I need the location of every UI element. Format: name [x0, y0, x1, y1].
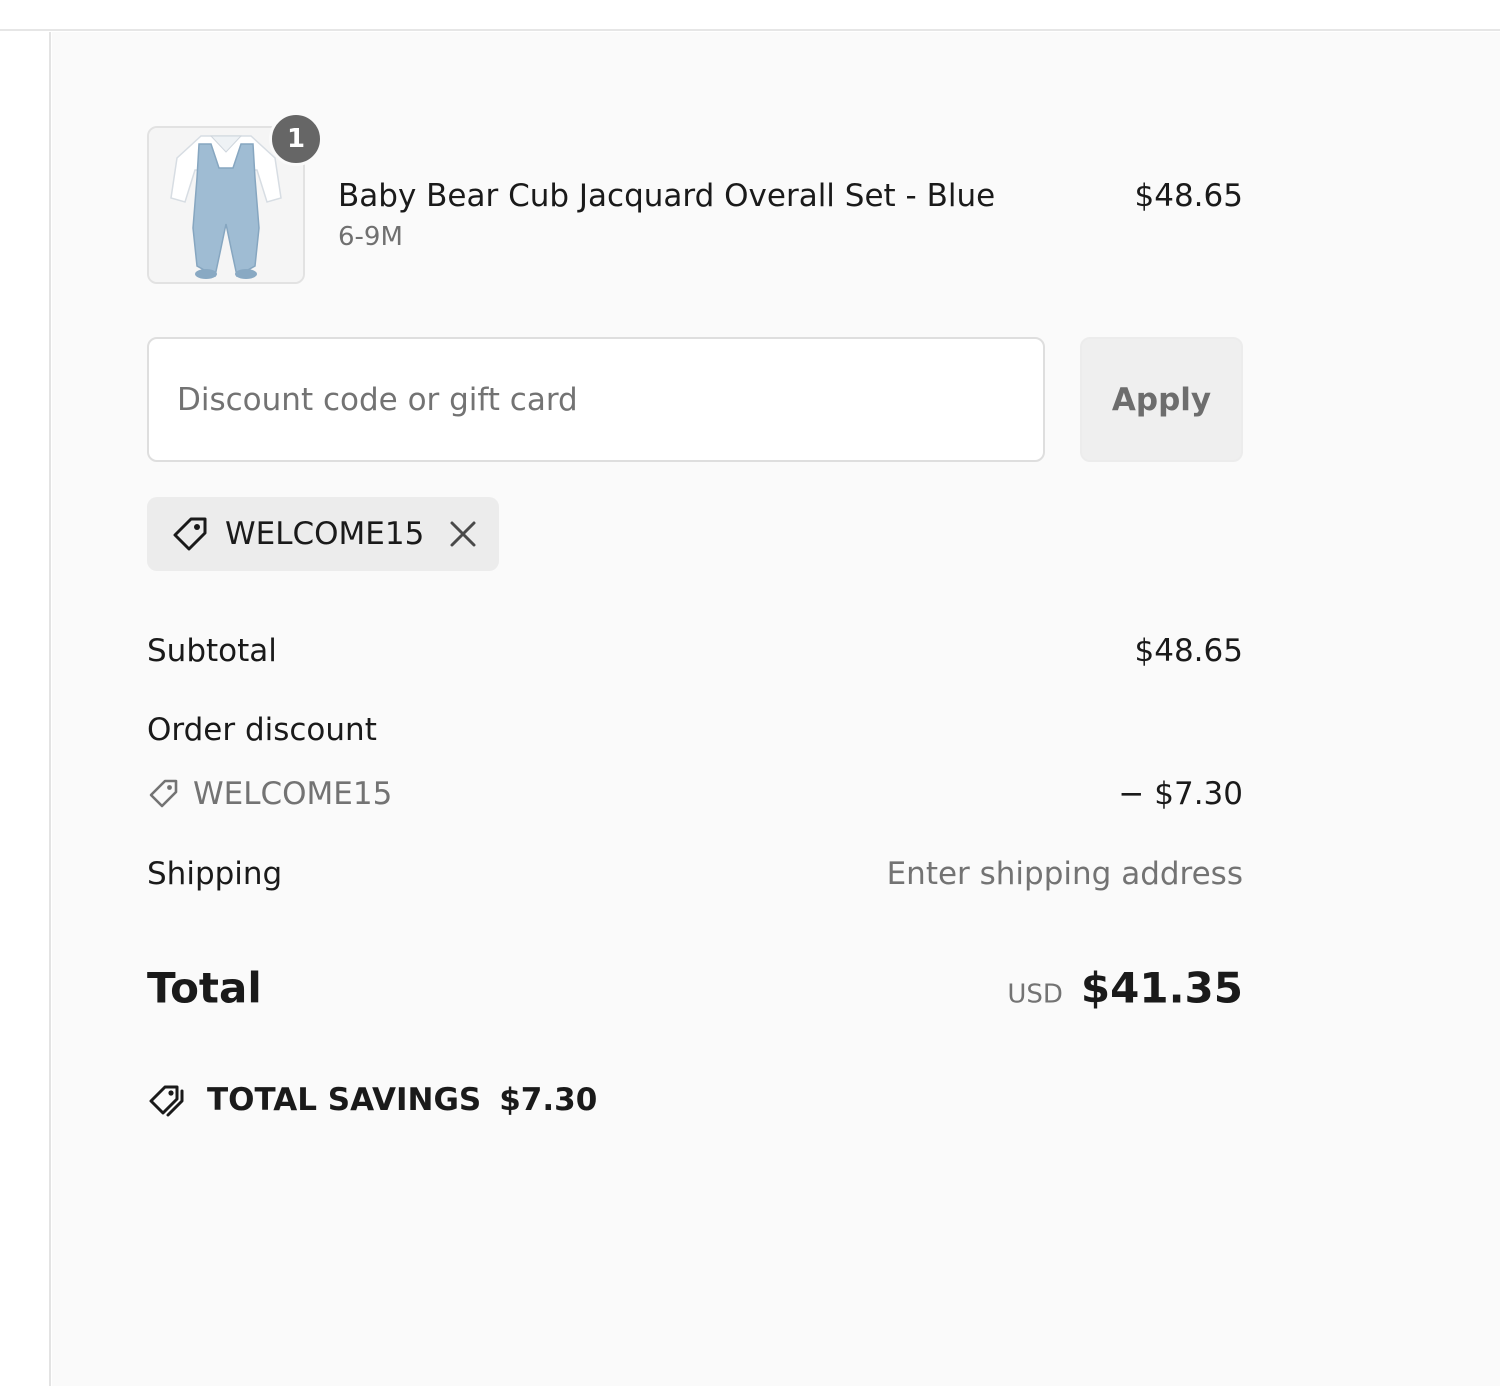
discount-code-input[interactable] [147, 337, 1045, 462]
product-variant: 6-9M [338, 222, 403, 252]
cart-line-item: 1 Baby Bear Cub Jacquard Overall Set - B… [147, 112, 1243, 286]
total-amount: $41.35 [1080, 963, 1243, 1013]
total-value-group: USD $41.35 [1007, 964, 1243, 1013]
currency-code: USD [1007, 979, 1063, 1010]
product-price: $48.65 [1134, 178, 1243, 214]
total-label: Total [147, 963, 262, 1013]
order-discount-label: Order discount [147, 712, 377, 748]
applied-discount-code: WELCOME15 [225, 516, 425, 552]
subtotal-value: $48.65 [1134, 633, 1243, 669]
close-icon[interactable] [446, 517, 480, 551]
discount-code-line: WELCOME15 [147, 776, 392, 812]
total-savings-amount: $7.30 [499, 1082, 598, 1118]
tags-icon [147, 1079, 189, 1121]
total-savings-row: TOTAL SAVINGS $7.30 [147, 1079, 597, 1121]
quantity-badge: 1 [269, 112, 323, 166]
apply-button[interactable]: Apply [1080, 337, 1243, 462]
main-column-edge [0, 32, 51, 1386]
subtotal-label: Subtotal [147, 633, 277, 669]
discount-amount: − $7.30 [1118, 776, 1243, 812]
shipping-label: Shipping [147, 856, 283, 892]
tag-icon [147, 777, 181, 811]
discount-code-text: WELCOME15 [193, 776, 393, 812]
applied-discount-chip: WELCOME15 [147, 497, 499, 571]
tag-icon [169, 513, 211, 555]
shipping-value: Enter shipping address [886, 856, 1243, 892]
total-savings-label: TOTAL SAVINGS [207, 1082, 482, 1118]
order-summary: 1 Baby Bear Cub Jacquard Overall Set - B… [52, 32, 1500, 1386]
top-bar [0, 0, 1500, 31]
product-name: Baby Bear Cub Jacquard Overall Set - Blu… [338, 178, 996, 214]
product-thumbnail: 1 [147, 112, 323, 284]
